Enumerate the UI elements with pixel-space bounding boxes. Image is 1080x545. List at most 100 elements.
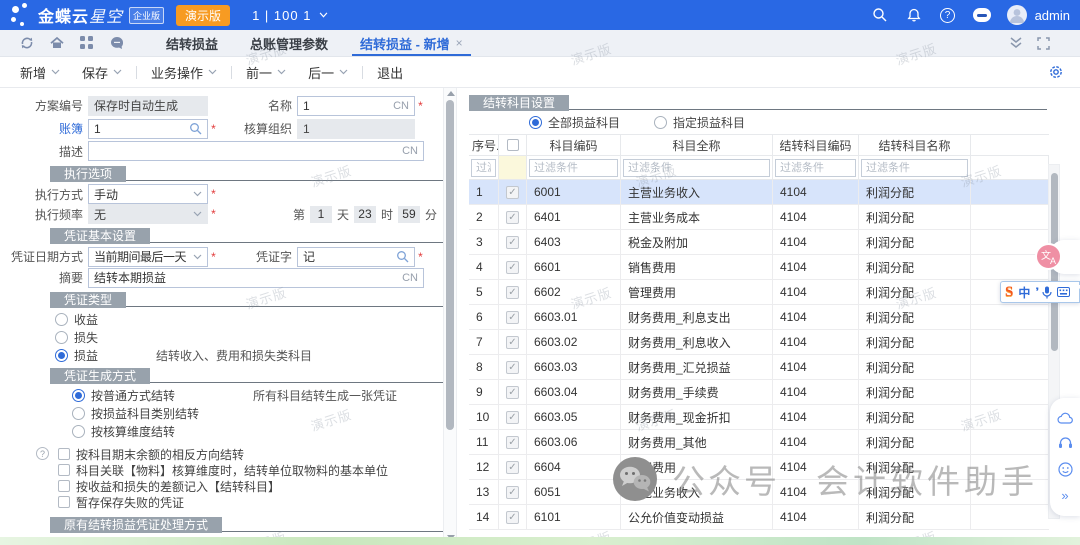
row-checkbox[interactable]: ✓ (499, 405, 527, 429)
scope-specified-pl-accounts[interactable]: 指定损益科目 (654, 114, 745, 131)
book-label[interactable]: 账簿 (0, 120, 88, 137)
lookup-icon[interactable] (189, 122, 202, 135)
scope-all-pl-accounts[interactable]: 全部损益科目 (529, 114, 620, 131)
table-row[interactable]: 3✓6403税金及附加4104利润分配 (469, 230, 1049, 255)
collapse-chevrons-icon[interactable] (1009, 37, 1023, 49)
translate-widget[interactable]: 文A (1035, 243, 1062, 270)
fullscreen-icon[interactable] (1037, 37, 1050, 50)
new-button[interactable]: 新增 (16, 63, 64, 82)
check-material-unit[interactable]: 科目关联【物料】核算维度时，结转单位取物料的基本单位 (0, 462, 443, 478)
header-target-name[interactable]: 结转科目名称 (859, 135, 971, 155)
exit-button[interactable]: 退出 (373, 63, 407, 82)
sogou-logo-icon[interactable]: S (1005, 284, 1013, 301)
business-operation-button[interactable]: 业务操作 (147, 63, 221, 82)
table-row[interactable]: 5✓6602管理费用4104利润分配 (469, 280, 1049, 305)
table-row[interactable]: 14✓6101公允价值变动损益4104利润分配 (469, 505, 1049, 530)
tab-carryover-pl[interactable]: 结转损益 (150, 30, 234, 56)
assistant-icon[interactable] (973, 6, 991, 24)
book-field[interactable]: 1 (88, 119, 208, 139)
scrollbar-thumb[interactable] (446, 100, 454, 430)
message-icon[interactable] (109, 35, 125, 51)
expand-more-icon[interactable]: » (1061, 489, 1068, 502)
table-row[interactable]: 7✓6603.02财务费用_利息收入4104利润分配 (469, 330, 1049, 355)
filter-target-name-input[interactable] (861, 159, 968, 177)
help-icon[interactable]: ? (939, 6, 957, 24)
table-row[interactable]: 10✓6603.05财务费用_现金折扣4104利润分配 (469, 405, 1049, 430)
save-button[interactable]: 保存 (78, 63, 126, 82)
voucher-word-label[interactable]: 凭证字 (219, 248, 297, 265)
scroll-up-icon[interactable] (447, 91, 455, 96)
keyboard-icon[interactable] (1057, 287, 1070, 297)
previous-button[interactable]: 前一 (242, 63, 290, 82)
header-checkbox[interactable] (499, 135, 527, 155)
row-checkbox[interactable]: ✓ (499, 505, 527, 529)
avatar[interactable] (1007, 5, 1027, 25)
row-checkbox[interactable]: ✓ (499, 355, 527, 379)
table-row[interactable]: 9✓6603.04财务费用_手续费4104利润分配 (469, 380, 1049, 405)
ime-punctuation-icon[interactable]: ’’ (1035, 286, 1037, 298)
gen-option-by-category[interactable]: 按损益科目类别结转 (0, 404, 443, 422)
filter-target-code-input[interactable] (775, 159, 856, 177)
settings-gear-icon[interactable] (1048, 64, 1064, 80)
header-target-code[interactable]: 结转科目编码 (773, 135, 859, 155)
voucher-date-select[interactable]: 当前期间最后一天 (88, 247, 208, 267)
next-button[interactable]: 后一 (304, 63, 352, 82)
table-row[interactable]: 11✓6603.06财务费用_其他4104利润分配 (469, 430, 1049, 455)
workspace-selector[interactable]: 1 | 100 1 (252, 8, 311, 23)
summary-field[interactable]: 结转本期损益CN (88, 268, 424, 288)
help-icon[interactable]: ? (36, 447, 49, 460)
username[interactable]: admin (1035, 8, 1070, 23)
tab-gl-params[interactable]: 总账管理参数 (234, 30, 344, 56)
apps-grid-icon[interactable] (79, 35, 95, 51)
filter-index-input[interactable] (471, 159, 496, 177)
table-row[interactable]: 8✓6603.03财务费用_汇兑损益4104利润分配 (469, 355, 1049, 380)
ime-language-icon[interactable]: 中 (1018, 284, 1030, 301)
lookup-icon[interactable] (396, 250, 409, 263)
table-row[interactable]: 12✓6604勘探费用4104利润分配 (469, 455, 1049, 480)
vtype-option-loss[interactable]: 损失 (0, 328, 443, 346)
row-checkbox[interactable]: ✓ (499, 230, 527, 254)
notification-bell-icon[interactable] (905, 6, 923, 24)
check-stage-failed-voucher[interactable]: 暂存保存失败的凭证 (0, 494, 443, 510)
table-row[interactable]: 4✓6601销售费用4104利润分配 (469, 255, 1049, 280)
row-checkbox[interactable]: ✓ (499, 480, 527, 504)
table-row[interactable]: 2✓6401主营业务成本4104利润分配 (469, 205, 1049, 230)
row-checkbox[interactable]: ✓ (499, 255, 527, 279)
workspace-chevron-icon[interactable] (319, 12, 328, 18)
header-account-name[interactable]: 科目全称 (621, 135, 773, 155)
table-row[interactable]: 6✓6603.01财务费用_利息支出4104利润分配 (469, 305, 1049, 330)
header-account-code[interactable]: 科目编码 (527, 135, 621, 155)
cloud-icon[interactable] (1057, 412, 1073, 424)
vtype-option-income[interactable]: 收益 (0, 310, 443, 328)
voucher-word-field[interactable]: 记 (297, 247, 415, 267)
form-scrollbar[interactable] (443, 88, 457, 545)
row-checkbox[interactable]: ✓ (499, 380, 527, 404)
ime-toolbar[interactable]: S 中 ’’ (1000, 281, 1080, 303)
row-checkbox[interactable]: ✓ (499, 205, 527, 229)
filter-name-input[interactable] (623, 159, 770, 177)
row-checkbox[interactable]: ✓ (499, 180, 527, 204)
check-difference-account[interactable]: 按收益和损失的差额记入【结转科目】 (0, 478, 443, 494)
row-checkbox[interactable]: ✓ (499, 330, 527, 354)
gen-option-by-dimension[interactable]: 按核算维度结转 (0, 422, 443, 440)
feedback-smiley-icon[interactable] (1058, 462, 1073, 477)
tab-carryover-pl-new[interactable]: 结转损益 - 新增× (344, 30, 479, 56)
table-row[interactable]: 13✓6051其他业务收入4104利润分配 (469, 480, 1049, 505)
check-reverse-direction[interactable]: ?按科目期末余额的相反方向结转 (0, 446, 443, 462)
table-row[interactable]: 1✓6001主营业务收入4104利润分配 (469, 180, 1049, 205)
home-icon[interactable] (49, 35, 65, 51)
desc-field[interactable]: CN (88, 141, 424, 161)
microphone-icon[interactable] (1042, 286, 1052, 299)
row-checkbox[interactable]: ✓ (499, 455, 527, 479)
search-icon[interactable] (871, 6, 889, 24)
headset-icon[interactable] (1058, 436, 1073, 449)
exec-mode-select[interactable]: 手动 (88, 184, 208, 204)
refresh-icon[interactable] (19, 35, 35, 51)
name-field[interactable]: 1CN (297, 96, 415, 116)
vtype-option-pl[interactable]: 损益结转收入、费用和损失类科目 (0, 346, 443, 364)
filter-code-input[interactable] (529, 159, 618, 177)
row-checkbox[interactable]: ✓ (499, 305, 527, 329)
close-tab-icon[interactable]: × (456, 36, 463, 50)
gen-option-normal[interactable]: 按普通方式结转所有科目结转生成一张凭证 (0, 386, 443, 404)
row-checkbox[interactable]: ✓ (499, 430, 527, 454)
